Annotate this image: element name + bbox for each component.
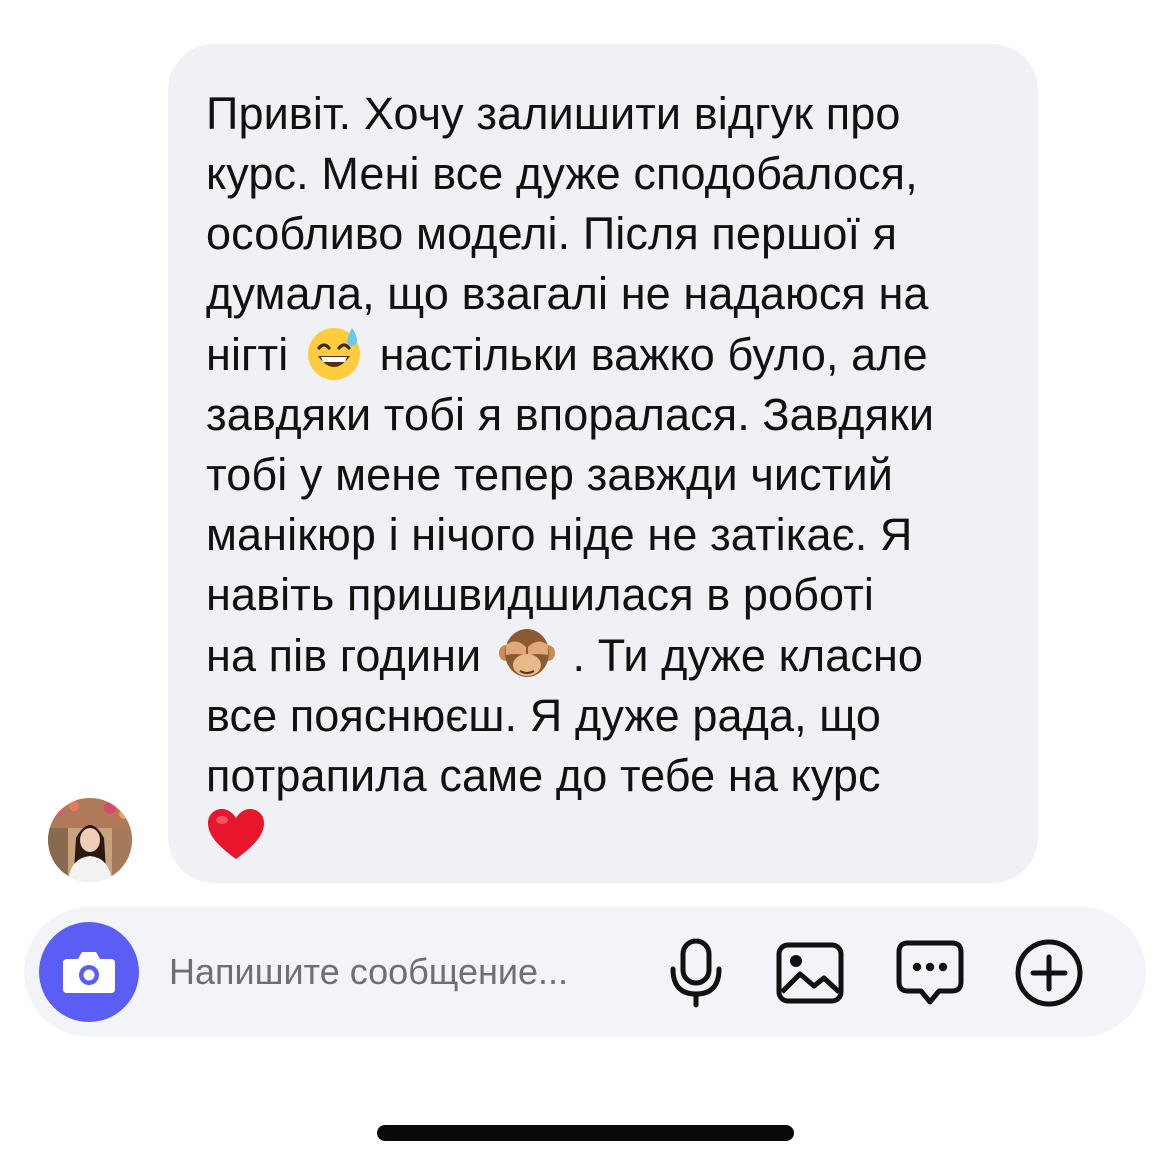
microphone-icon xyxy=(670,938,722,1008)
camera-button[interactable] xyxy=(39,922,139,1022)
message-line: все пояснюєш. Я дуже рада, що xyxy=(206,690,882,741)
message-line: Привіт. Хочу залишити відгук про xyxy=(206,88,901,139)
sender-avatar[interactable] xyxy=(48,798,132,882)
message-line: нігті настільки важко було, але xyxy=(206,324,998,385)
gallery-button[interactable] xyxy=(774,937,846,1009)
message-line: навіть пришвидшилася в роботі xyxy=(206,569,874,620)
see-no-evil-monkey-emoji xyxy=(498,625,556,683)
red-heart-emoji xyxy=(206,807,266,863)
sticker-icon xyxy=(896,940,964,1005)
microphone-button[interactable] xyxy=(660,937,732,1009)
sweat-smile-emoji xyxy=(305,324,363,382)
chat-screen: Привіт. Хочу залишити відгук про курс. М… xyxy=(0,0,1170,1165)
message-line: на пів години . Ти дуже класно xyxy=(206,625,998,686)
sticker-button[interactable] xyxy=(894,937,966,1009)
message-bubble[interactable]: Привіт. Хочу залишити відгук про курс. М… xyxy=(168,44,1038,883)
message-composer xyxy=(24,907,1146,1037)
message-fragment: настільки важко було, але xyxy=(379,329,928,380)
message-line: тобі у мене тепер завжди чистий xyxy=(206,449,893,500)
message-line: потрапила саме до тебе на курс xyxy=(206,750,881,801)
message-fragment: . Ти дуже класно xyxy=(572,630,924,681)
camera-icon xyxy=(63,952,115,993)
message-fragment: на пів години xyxy=(206,630,482,681)
message-line: манікюр і нічого ніде не затікає. Я xyxy=(206,509,913,560)
avatar-photo xyxy=(48,798,132,882)
message-text: Привіт. Хочу залишити відгук про курс. М… xyxy=(206,84,998,866)
message-line: думала, що взагалі не надаюся на xyxy=(206,268,929,319)
message-input[interactable] xyxy=(169,947,639,997)
message-line: курс. Мені все дуже сподобалося, xyxy=(206,148,918,199)
message-line: особливо моделі. Після першої я xyxy=(206,208,898,259)
add-button[interactable] xyxy=(1013,937,1085,1009)
message-line xyxy=(206,806,998,866)
home-indicator[interactable] xyxy=(377,1125,794,1141)
message-fragment: нігті xyxy=(206,329,289,380)
plus-icon xyxy=(1015,939,1083,1007)
gallery-icon xyxy=(776,942,844,1004)
message-line: завдяки тобі я впоралася. Завдяки xyxy=(206,389,935,440)
